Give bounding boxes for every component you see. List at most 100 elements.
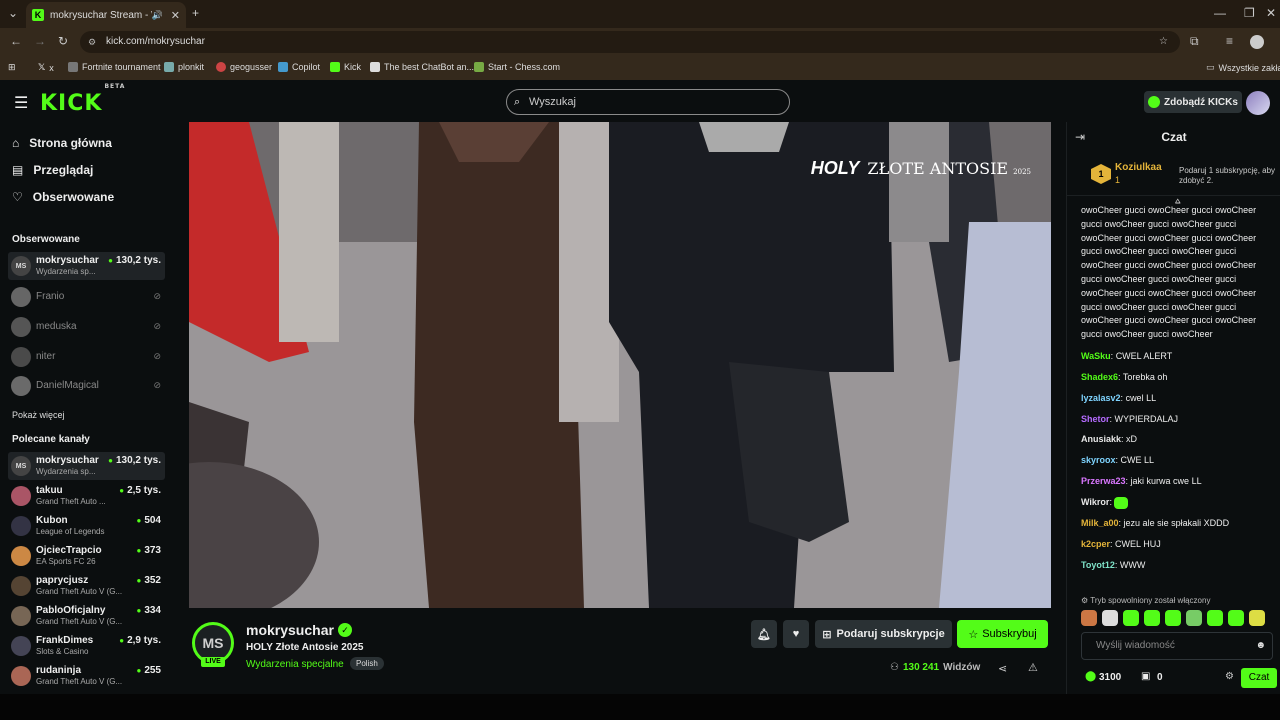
emoji-icon[interactable]: ☻ bbox=[1255, 633, 1266, 659]
back-icon[interactable]: ← bbox=[10, 34, 22, 48]
emote[interactable] bbox=[1081, 610, 1097, 626]
new-tab-icon[interactable]: + bbox=[192, 6, 199, 20]
notification-bell-button[interactable]: 🔔︎ bbox=[751, 620, 777, 648]
kick-logo[interactable]: KICKBETA bbox=[40, 83, 124, 116]
recommended-channel[interactable]: takuuGrand Theft Auto ...2,5 tys. bbox=[8, 482, 165, 510]
followed-channel-offline[interactable]: DanielMagical ⊘ bbox=[8, 372, 165, 400]
nav-following[interactable]: ♡ Obserwowane bbox=[12, 190, 114, 204]
star-icon: ☆ bbox=[968, 628, 979, 641]
offline-icon: ⊘ bbox=[153, 321, 161, 331]
emote[interactable] bbox=[1228, 610, 1244, 626]
followed-channel-offline[interactable]: niter ⊘ bbox=[8, 343, 165, 371]
search-input[interactable]: ⌕ Wyszukaj bbox=[506, 89, 790, 115]
bookmark-geogusser[interactable]: geogusser bbox=[216, 62, 272, 72]
bottom-bar bbox=[0, 694, 1280, 720]
bookmark-chess[interactable]: Start - Chess.com bbox=[474, 62, 560, 72]
bookmark-chatbot[interactable]: The best ChatBot an... bbox=[370, 62, 474, 72]
chat-footer: ⬤ 3100 ▣ 0 ⚙ Czat bbox=[1081, 668, 1277, 690]
menu-icon[interactable]: ☰ bbox=[14, 93, 28, 113]
nav-browse[interactable]: ▤ Przeglądaj bbox=[12, 163, 93, 177]
stream-category[interactable]: Wydarzenia specjalne bbox=[246, 659, 344, 670]
recommended-channel[interactable]: KubonLeague of Legends504 bbox=[8, 512, 165, 540]
pinned-gifter[interactable]: 1 Koziulkaa 1 Podaruj 1 subskrypcję, aby… bbox=[1067, 154, 1280, 196]
chat-username[interactable]: Shetor bbox=[1081, 414, 1110, 424]
recommended-channel[interactable]: PabloOficjalnyGrand Theft Auto V (G...33… bbox=[8, 602, 165, 630]
points-balance[interactable]: 0 bbox=[1157, 672, 1163, 683]
report-icon[interactable]: ⚠ bbox=[1028, 661, 1038, 674]
media-icon[interactable]: ≡ bbox=[1226, 34, 1233, 48]
chat-username[interactable]: skyroox bbox=[1081, 455, 1116, 465]
channel-avatar: MS bbox=[11, 256, 31, 276]
chat-username[interactable]: Shadex6 bbox=[1081, 372, 1118, 382]
chat-username[interactable]: Toyot12 bbox=[1081, 560, 1115, 570]
follow-button[interactable]: ♥ bbox=[783, 620, 809, 648]
emote[interactable] bbox=[1186, 610, 1202, 626]
chat-username[interactable]: Wikror bbox=[1081, 497, 1109, 507]
nav-home[interactable]: ⌂ Strona główna bbox=[12, 136, 112, 150]
kicks-balance-icon: ⬤ bbox=[1085, 671, 1097, 682]
chat-message: Anusiakk: xD bbox=[1081, 434, 1138, 445]
show-more-link[interactable]: Pokaż więcej bbox=[12, 410, 65, 420]
chat-input[interactable]: Wyślij wiadomość ☻ bbox=[1081, 632, 1273, 660]
tab-search-icon[interactable]: ⌄ bbox=[8, 6, 18, 20]
video-player[interactable]: HOLY ZŁOTE ANTOSIE 2025 bbox=[189, 122, 1051, 608]
kicks-balance[interactable]: 3100 bbox=[1099, 672, 1121, 683]
recommended-channel[interactable]: paprycjuszGrand Theft Auto V (G...352 bbox=[8, 572, 165, 600]
bookmark-plonkit[interactable]: plonkit bbox=[164, 62, 204, 72]
chat-username[interactable]: lyzalasv2 bbox=[1081, 393, 1121, 403]
live-badge: LIVE bbox=[201, 657, 225, 667]
close-tab-icon[interactable]: ✕ bbox=[171, 9, 180, 22]
language-tag[interactable]: Polish bbox=[350, 657, 384, 670]
chat-username[interactable]: k2cper bbox=[1081, 539, 1110, 549]
minimize-icon[interactable]: — bbox=[1214, 6, 1226, 20]
chat-username[interactable]: WaSku bbox=[1081, 351, 1111, 361]
chat-username[interactable]: Anusiakk bbox=[1081, 434, 1121, 444]
emote[interactable] bbox=[1123, 610, 1139, 626]
chat-message: k2cper: CWEL HUJ bbox=[1081, 538, 1161, 549]
emote[interactable] bbox=[1249, 610, 1265, 626]
gift-sub-button[interactable]: ⊞ Podaruj subskrypcje bbox=[815, 620, 952, 648]
bookmark-fortnite[interactable]: Fortnite tournament bbox=[68, 62, 161, 72]
bookmark-folder[interactable]: ▭Wszystkie zakład bbox=[1206, 62, 1280, 73]
bookmark-x[interactable]: 𝕏x bbox=[38, 62, 54, 73]
share-icon[interactable]: ⋖ bbox=[998, 662, 1007, 675]
site-info-icon[interactable]: ⚙ bbox=[88, 31, 96, 53]
followed-channel[interactable]: MS mokrysuchar Wydarzenia sp... 130,2 ty… bbox=[8, 252, 165, 280]
recommended-channel[interactable]: OjciecTrapcioEA Sports FC 26373 bbox=[8, 542, 165, 570]
chat-settings-icon[interactable]: ⚙ bbox=[1225, 671, 1234, 682]
emote[interactable] bbox=[1207, 610, 1223, 626]
emote[interactable] bbox=[1144, 610, 1160, 626]
streamer-name[interactable]: mokrysuchar bbox=[246, 622, 334, 638]
apps-icon[interactable]: ⊞ bbox=[8, 62, 16, 73]
recommended-channel[interactable]: FrankDimesSlots & Casino2,9 tys. bbox=[8, 632, 165, 660]
followed-channel-offline[interactable]: Franio ⊘ bbox=[8, 283, 165, 311]
emote[interactable] bbox=[1102, 610, 1118, 626]
url-text: kick.com/mokrysuchar bbox=[106, 36, 205, 47]
url-field[interactable]: ⚙ kick.com/mokrysuchar ☆ bbox=[80, 31, 1180, 53]
chat-username[interactable]: Przerwa23 bbox=[1081, 476, 1126, 486]
extensions-icon[interactable]: ⧉ bbox=[1190, 34, 1199, 49]
bookmark-kick[interactable]: Kick bbox=[330, 62, 361, 72]
browser-tab[interactable]: K mokrysuchar Stream - Wat 🔊 ✕ bbox=[26, 2, 186, 28]
chat-title: Czat bbox=[1161, 130, 1187, 144]
profile-avatar[interactable] bbox=[1250, 35, 1264, 49]
offline-icon: ⊘ bbox=[153, 351, 161, 361]
close-window-icon[interactable]: ✕ bbox=[1266, 6, 1276, 20]
forward-icon[interactable]: → bbox=[34, 34, 46, 48]
user-avatar[interactable] bbox=[1246, 91, 1270, 115]
reload-icon[interactable]: ↻ bbox=[58, 34, 68, 48]
bookmark-star-icon[interactable]: ☆ bbox=[1159, 31, 1168, 53]
bookmark-copilot[interactable]: Copilot bbox=[278, 62, 320, 72]
subscribe-button[interactable]: ☆ Subskrybuj bbox=[957, 620, 1048, 648]
followed-channel-offline[interactable]: meduska ⊘ bbox=[8, 313, 165, 341]
chat-username[interactable]: Milk_a00 bbox=[1081, 518, 1119, 528]
get-kicks-button[interactable]: Zdobądź KICKs bbox=[1144, 91, 1242, 113]
chat-text: CWE LL bbox=[1120, 455, 1155, 466]
recommended-channel[interactable]: rudaninjaGrand Theft Auto V (G...255 bbox=[8, 662, 165, 690]
recommended-channel[interactable]: MS mokrysuchar Wydarzenia sp... 130,2 ty… bbox=[8, 452, 165, 480]
emote[interactable] bbox=[1165, 610, 1181, 626]
restore-icon[interactable]: ❐ bbox=[1244, 6, 1255, 20]
audio-icon[interactable]: 🔊 bbox=[152, 10, 163, 21]
points-icon: ▣ bbox=[1141, 671, 1151, 682]
send-chat-button[interactable]: Czat bbox=[1241, 668, 1277, 688]
